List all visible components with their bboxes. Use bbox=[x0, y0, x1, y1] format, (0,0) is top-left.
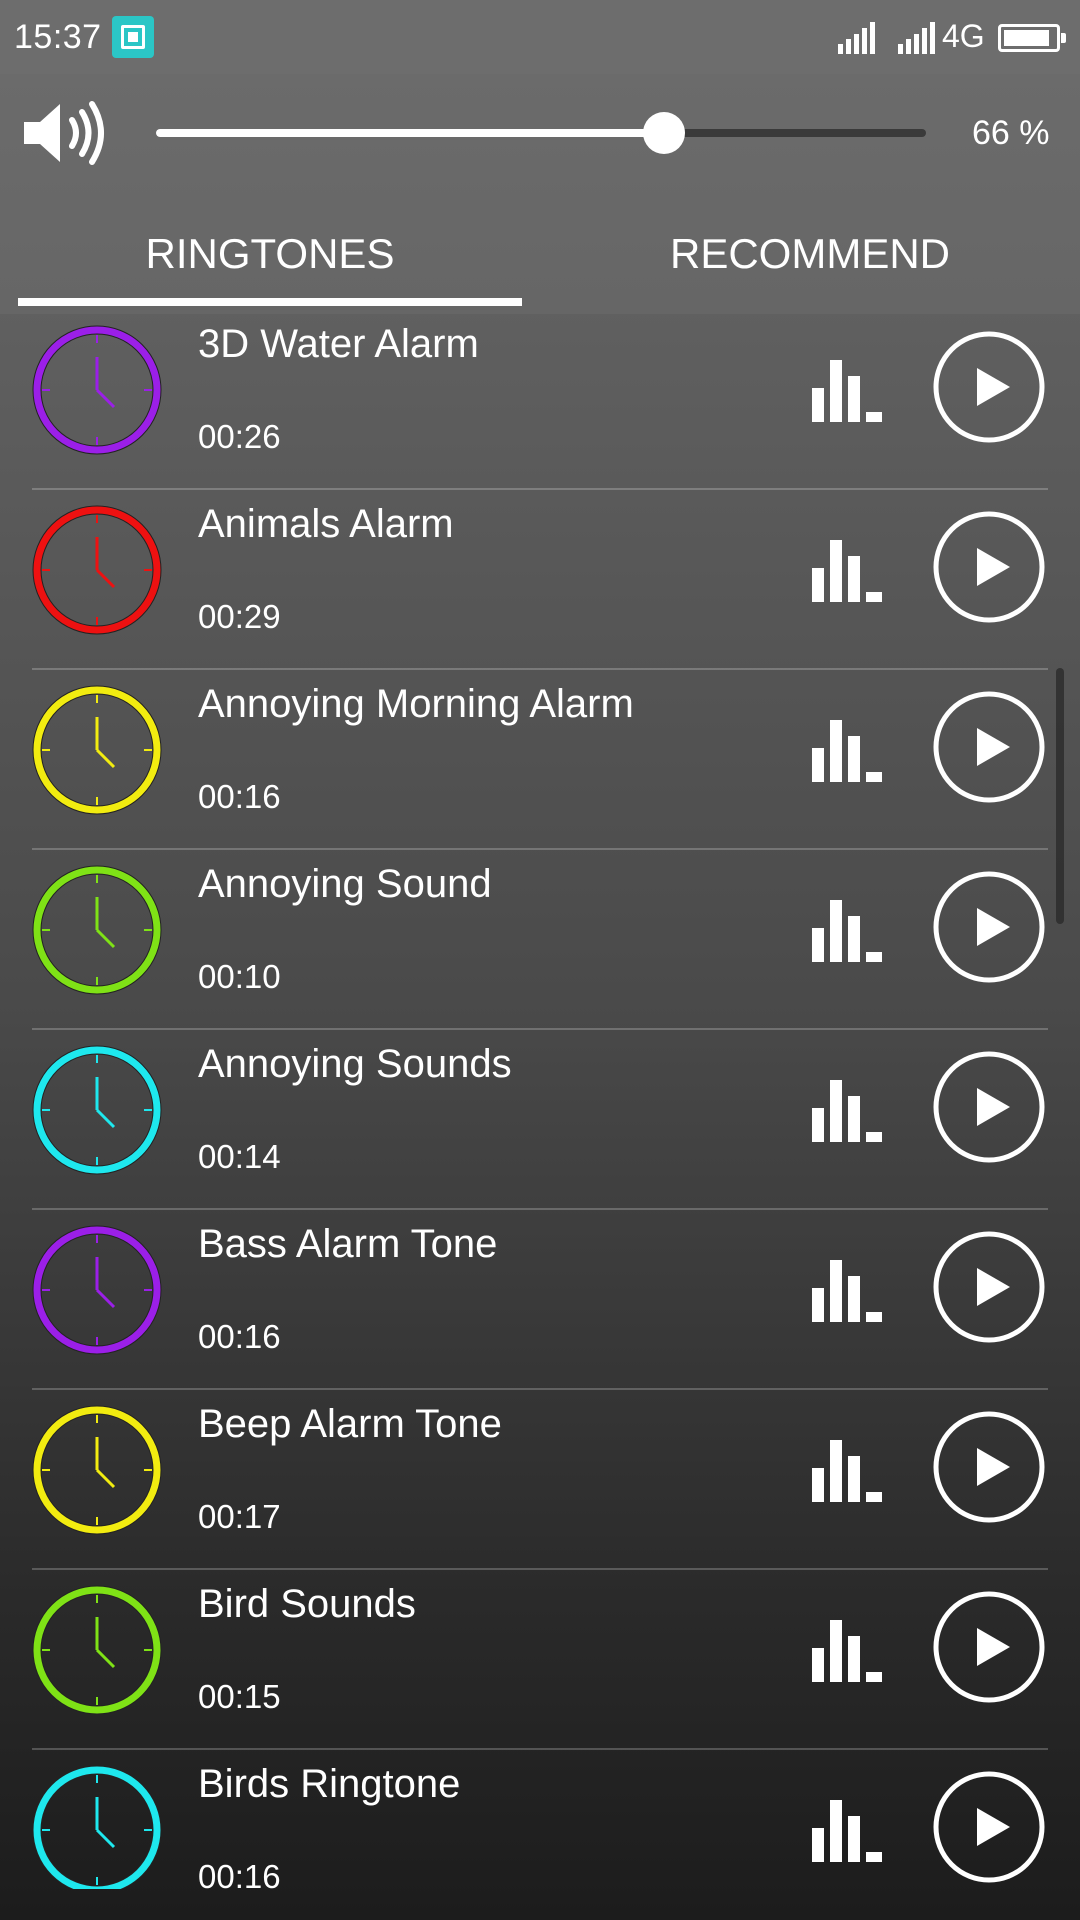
clock-icon bbox=[32, 685, 162, 815]
ringtone-title: Annoying Sound bbox=[198, 862, 492, 906]
volume-slider-thumb[interactable] bbox=[643, 112, 685, 154]
play-button[interactable] bbox=[932, 510, 1046, 624]
screenshot-icon bbox=[112, 16, 154, 58]
play-button[interactable] bbox=[932, 1770, 1046, 1884]
volume-percent: 66 % bbox=[972, 114, 1050, 152]
clock-icon bbox=[32, 1585, 162, 1715]
ringtone-row[interactable]: Bird Sounds 00:15 bbox=[0, 1570, 1080, 1750]
play-button[interactable] bbox=[932, 1590, 1046, 1704]
ringtone-title: Bird Sounds bbox=[198, 1582, 416, 1626]
ringtone-duration: 00:17 bbox=[198, 1498, 281, 1535]
ringtone-row[interactable]: Annoying Morning Alarm 00:16 bbox=[0, 670, 1080, 850]
play-button[interactable] bbox=[932, 330, 1046, 444]
speaker-icon[interactable] bbox=[20, 98, 110, 168]
ringtone-title: Beep Alarm Tone bbox=[198, 1402, 502, 1446]
ringtone-title: Annoying Sounds bbox=[198, 1042, 512, 1086]
play-button[interactable] bbox=[932, 870, 1046, 984]
ringtone-duration: 00:16 bbox=[198, 1318, 281, 1355]
equalizer-icon[interactable] bbox=[810, 1614, 886, 1684]
status-time: 15:37 bbox=[14, 18, 102, 56]
ringtone-duration: 00:16 bbox=[198, 778, 281, 815]
status-bar: 15:37 4G bbox=[0, 0, 1080, 74]
play-button[interactable] bbox=[932, 1230, 1046, 1344]
ringtone-duration: 00:16 bbox=[198, 1858, 281, 1889]
equalizer-icon[interactable] bbox=[810, 894, 886, 964]
ringtone-row[interactable]: Beep Alarm Tone 00:17 bbox=[0, 1390, 1080, 1570]
signal-strength-icon bbox=[898, 22, 935, 54]
battery-icon bbox=[998, 24, 1066, 52]
volume-slider-fill bbox=[156, 129, 664, 137]
ringtone-duration: 00:14 bbox=[198, 1138, 281, 1175]
tab-ringtones[interactable]: RINGTONES bbox=[0, 214, 540, 314]
equalizer-icon[interactable] bbox=[810, 1434, 886, 1504]
ringtone-row[interactable]: 3D Water Alarm 00:26 bbox=[0, 314, 1080, 490]
ringtone-row[interactable]: Birds Ringtone 00:16 bbox=[0, 1750, 1080, 1889]
network-type: 4G bbox=[942, 18, 985, 54]
clock-icon bbox=[32, 1405, 162, 1535]
tab-bar: RINGTONES RECOMMEND bbox=[0, 214, 1080, 314]
header: 66 % RINGTONES RECOMMEND bbox=[0, 74, 1080, 314]
ringtone-row[interactable]: Animals Alarm 00:29 bbox=[0, 490, 1080, 670]
ringtone-duration: 00:29 bbox=[198, 598, 281, 635]
ringtone-title: 3D Water Alarm bbox=[198, 322, 479, 366]
equalizer-icon[interactable] bbox=[810, 714, 886, 784]
play-button[interactable] bbox=[932, 690, 1046, 804]
clock-icon bbox=[32, 1765, 162, 1889]
ringtone-duration: 00:26 bbox=[198, 418, 281, 455]
ringtone-list[interactable]: 3D Water Alarm 00:26 Animals Alarm 00:29 Ann… bbox=[0, 314, 1080, 1889]
equalizer-icon[interactable] bbox=[810, 354, 886, 424]
clock-icon bbox=[32, 1045, 162, 1175]
ringtone-title: Animals Alarm bbox=[198, 502, 454, 546]
ringtone-duration: 00:15 bbox=[198, 1678, 281, 1715]
equalizer-icon[interactable] bbox=[810, 1254, 886, 1324]
scrollbar[interactable] bbox=[1056, 668, 1064, 924]
ringtone-row[interactable]: Annoying Sounds 00:14 bbox=[0, 1030, 1080, 1210]
play-button[interactable] bbox=[932, 1410, 1046, 1524]
clock-icon bbox=[32, 505, 162, 635]
clock-icon bbox=[32, 865, 162, 995]
ringtone-row[interactable]: Bass Alarm Tone 00:16 bbox=[0, 1210, 1080, 1390]
equalizer-icon[interactable] bbox=[810, 534, 886, 604]
play-button[interactable] bbox=[932, 1050, 1046, 1164]
signal-strength-icon bbox=[838, 22, 875, 54]
clock-icon bbox=[32, 1225, 162, 1355]
ringtone-duration: 00:10 bbox=[198, 958, 281, 995]
ringtone-row[interactable]: Annoying Sound 00:10 bbox=[0, 850, 1080, 1030]
ringtone-title: Annoying Morning Alarm bbox=[198, 682, 634, 726]
tab-recommend[interactable]: RECOMMEND bbox=[540, 214, 1080, 314]
ringtone-title: Bass Alarm Tone bbox=[198, 1222, 498, 1266]
equalizer-icon[interactable] bbox=[810, 1074, 886, 1144]
ringtone-title: Birds Ringtone bbox=[198, 1762, 461, 1806]
clock-icon bbox=[32, 325, 162, 455]
equalizer-icon[interactable] bbox=[810, 1794, 886, 1864]
volume-slider[interactable] bbox=[156, 112, 926, 154]
